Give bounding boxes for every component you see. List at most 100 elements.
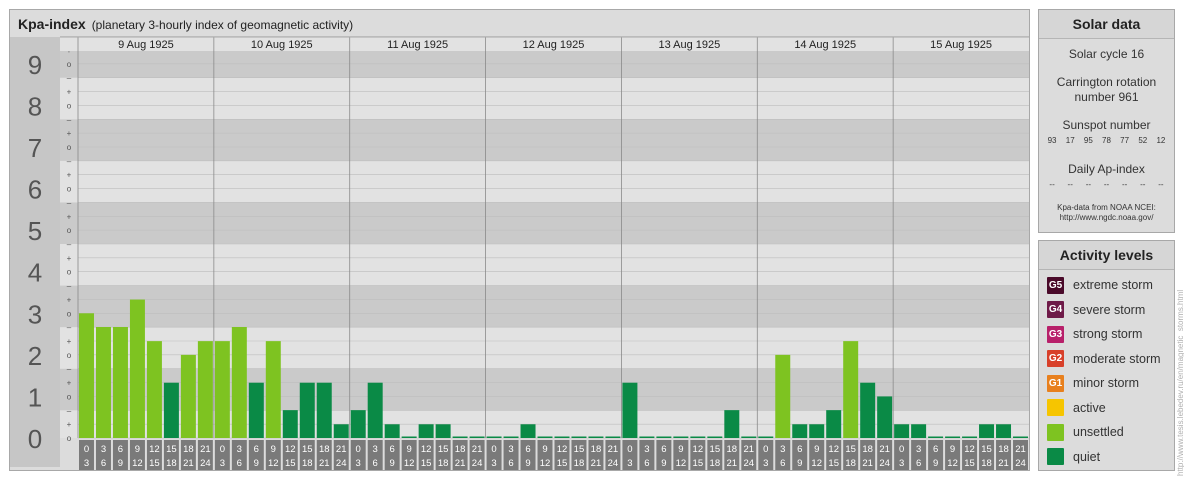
kp-bar [214, 341, 230, 438]
interval-start-label: 3 [101, 444, 106, 455]
minor-tick-label: – [67, 74, 72, 83]
interval-start-label: 0 [220, 444, 225, 455]
kp-bar [79, 313, 94, 438]
day-label: 12 Aug 1925 [523, 39, 585, 51]
interval-end-label: 3 [220, 458, 225, 469]
chart-title-text: Kpa-index [18, 16, 86, 32]
interval-end-label: 3 [356, 458, 361, 469]
interval-end-label: 3 [84, 458, 89, 469]
kp-bar [367, 382, 383, 438]
band-level-3 [60, 285, 1029, 328]
interval-end-label: 12 [811, 458, 822, 469]
interval-start-label: 12 [693, 444, 704, 455]
kp-bar [486, 436, 502, 438]
interval-start-label: 15 [302, 444, 313, 455]
interval-start-label: 0 [627, 444, 632, 455]
kp-bar [282, 410, 298, 438]
kp-bar [690, 436, 706, 438]
band-level-6 [60, 160, 1029, 203]
sunspot-value: 52 [1138, 136, 1148, 145]
interval-end-label: 15 [828, 458, 839, 469]
kp-bar [435, 424, 451, 438]
kp-bar [928, 436, 944, 438]
activity-level-severe-storm: G4 severe storm [1039, 298, 1174, 323]
sunspot-value: 78 [1102, 136, 1111, 145]
interval-start-label: 15 [710, 444, 721, 455]
minor-tick-label: + [67, 379, 72, 388]
interval-end-label: 15 [421, 458, 432, 469]
day-label: 10 Aug 1925 [251, 39, 313, 51]
interval-end-label: 6 [916, 458, 921, 469]
activity-levels-panel: Activity levels G5 extreme storm G4 severe … [1038, 240, 1175, 471]
kp-bar [384, 424, 400, 438]
interval-start-label: 0 [899, 444, 904, 455]
interval-end-label: 12 [132, 458, 143, 469]
band-level-5 [60, 202, 1029, 244]
day-label: 15 Aug 1925 [930, 39, 992, 51]
interval-start-label: 0 [84, 444, 89, 455]
interval-end-label: 18 [166, 458, 177, 469]
minor-tick-label: – [67, 365, 72, 374]
y-tick-label: 4 [28, 258, 42, 288]
kp-bar [979, 424, 995, 438]
kp-bar [605, 436, 621, 438]
kp-bar [333, 424, 349, 438]
activity-level-minor-storm: G1 minor storm [1039, 371, 1174, 396]
interval-end-label: 9 [118, 458, 123, 469]
minor-tick-label: o [67, 226, 72, 235]
kp-bar [911, 424, 927, 438]
kp-bar [877, 396, 893, 438]
kp-bar [758, 436, 774, 438]
kp-bar [996, 424, 1012, 438]
credit-link[interactable]: http://www.ngdc.noaa.gov/ [1039, 213, 1174, 223]
interval-end-label: 6 [237, 458, 242, 469]
interval-end-label: 24 [1015, 458, 1026, 469]
y-tick-label: 0 [28, 424, 42, 454]
kp-bar [299, 382, 315, 438]
level-swatch: G4 [1047, 301, 1064, 319]
kp-bar [707, 436, 723, 438]
interval-start-label: 9 [950, 444, 955, 455]
interval-start-label: 18 [727, 444, 738, 455]
interval-end-label: 18 [574, 458, 585, 469]
interval-start-label: 9 [542, 444, 547, 455]
minor-tick-label: + [67, 337, 72, 346]
interval-start-label: 9 [271, 444, 276, 455]
level-swatch [1047, 423, 1064, 441]
ap-value: -- [1121, 180, 1128, 189]
kp-bar [894, 424, 910, 438]
minor-tick-label: + [67, 171, 72, 180]
carrington-rotation: Carrington rotation number 961 [1056, 75, 1157, 104]
minor-tick-label: – [67, 198, 72, 207]
band-level-8 [60, 77, 1029, 120]
interval-start-label: 6 [254, 444, 259, 455]
interval-start-label: 9 [135, 444, 140, 455]
kp-bar [588, 436, 604, 438]
kp-bar [265, 341, 281, 438]
interval-end-label: 3 [627, 458, 632, 469]
kp-bar [112, 327, 128, 438]
solar-cycle: Solar cycle 16 [1068, 47, 1145, 61]
minor-tick-label: + [67, 212, 72, 221]
interval-end-label: 15 [149, 458, 160, 469]
minor-tick-label: o [67, 101, 72, 110]
kp-bar [639, 436, 655, 438]
y-tick-label: 8 [28, 91, 42, 121]
interval-start-label: 12 [421, 444, 432, 455]
interval-end-label: 24 [200, 458, 211, 469]
interval-start-label: 0 [491, 444, 496, 455]
minor-tick-label: o [67, 60, 72, 69]
level-label: quiet [1073, 449, 1101, 464]
interval-start-label: 18 [998, 444, 1009, 455]
interval-start-label: 18 [319, 444, 330, 455]
level-label: unsettled [1073, 425, 1124, 440]
interval-end-label: 24 [879, 458, 890, 469]
interval-end-label: 15 [693, 458, 704, 469]
kp-bar [401, 436, 417, 438]
kp-bar [197, 341, 213, 438]
ap-index-title: Daily Ap-index [1068, 162, 1145, 176]
y-tick-label: 7 [28, 133, 42, 163]
sunspot-value: 77 [1120, 136, 1130, 145]
kp-bar [129, 299, 145, 438]
ap-value: -- [1049, 180, 1055, 189]
